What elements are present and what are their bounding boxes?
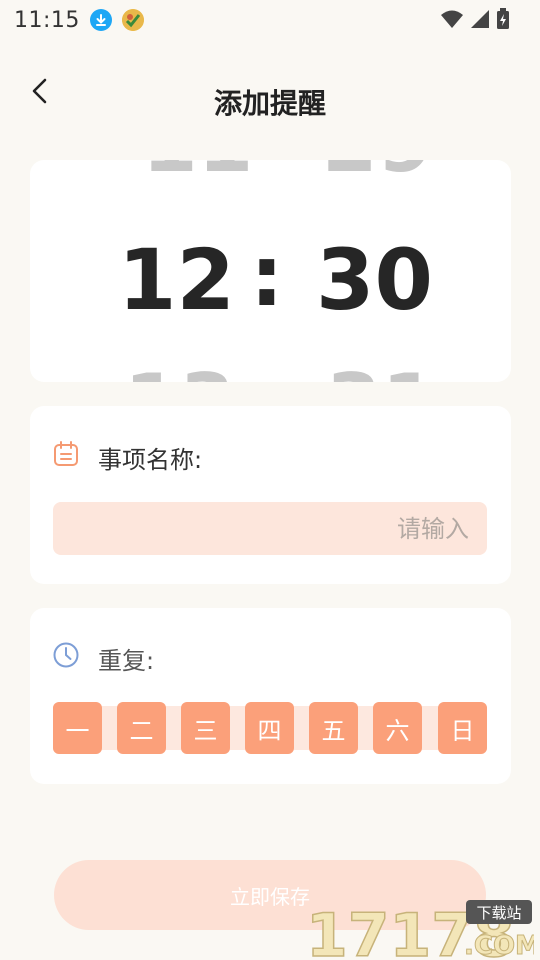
repeat-day-selector: 一 二 三 四 五 六 日 xyxy=(53,702,487,754)
selected-hour[interactable]: 12 xyxy=(118,238,235,322)
day-toggle-tuesday[interactable]: 二 xyxy=(117,702,166,754)
day-toggle-saturday[interactable]: 六 xyxy=(373,702,422,754)
repeat-card: 重复: 一 二 三 四 五 六 日 xyxy=(30,608,511,784)
status-indicators xyxy=(440,8,510,34)
item-name-label: 事项名称: xyxy=(98,446,203,474)
prev-hour-option[interactable]: 11 xyxy=(142,160,253,184)
download-icon xyxy=(89,9,112,31)
day-toggle-sunday[interactable]: 日 xyxy=(438,702,487,754)
status-bar: 11:15 xyxy=(0,0,540,40)
signal-icon xyxy=(470,9,490,33)
header: 添加提醒 xyxy=(0,60,540,140)
wifi-icon xyxy=(440,9,464,33)
calendar-icon xyxy=(52,440,80,468)
selected-minute[interactable]: 30 xyxy=(316,238,433,322)
battery-icon xyxy=(496,8,510,34)
item-name-input[interactable] xyxy=(53,502,487,555)
day-toggle-thursday[interactable]: 四 xyxy=(245,702,294,754)
day-toggle-wednesday[interactable]: 三 xyxy=(181,702,230,754)
page-title: 添加提醒 xyxy=(213,87,326,120)
prev-minute-option[interactable]: 29 xyxy=(322,160,433,184)
next-minute-option[interactable]: 31 xyxy=(326,364,437,383)
day-toggle-monday[interactable]: 一 xyxy=(53,702,102,754)
watermark-tag: 下载站 xyxy=(476,904,521,922)
item-name-card: 事项名称: xyxy=(30,406,511,584)
next-hour-option[interactable]: 13 xyxy=(124,364,235,383)
app-notification-icon xyxy=(121,9,144,31)
clock-icon xyxy=(52,641,80,669)
day-toggle-friday[interactable]: 五 xyxy=(309,702,358,754)
site-watermark: 17178 下载站 .COM xyxy=(305,900,534,960)
time-separator: : xyxy=(250,227,284,325)
repeat-label: 重复: xyxy=(98,647,155,675)
status-time: 11:15 xyxy=(14,7,80,33)
watermark-domain: .COM xyxy=(464,931,534,960)
